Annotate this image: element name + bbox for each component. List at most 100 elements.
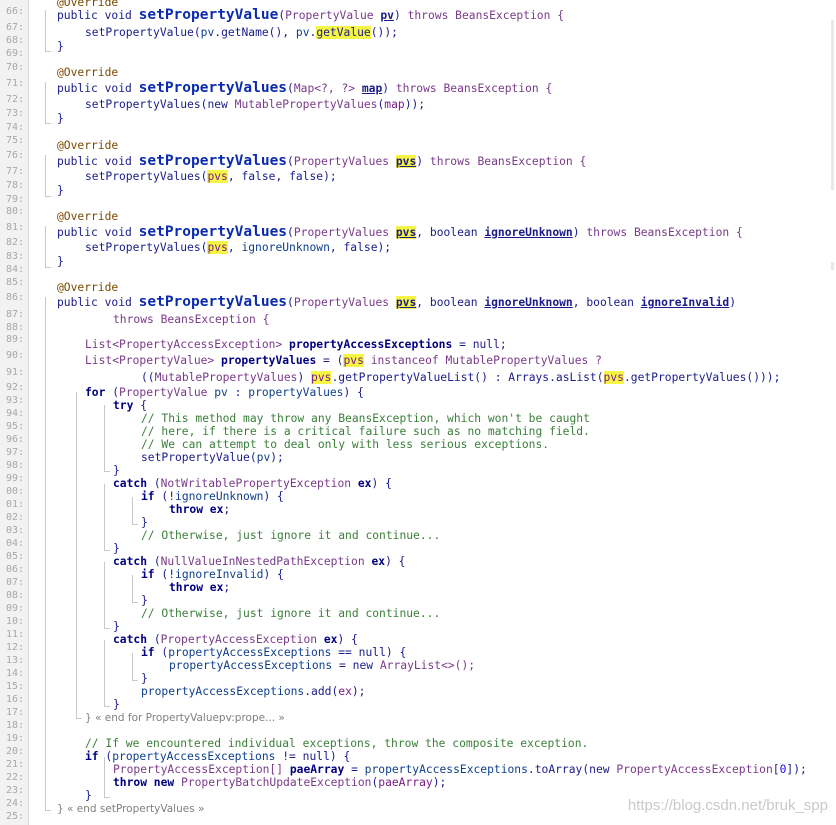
code-line[interactable]: @Override	[57, 281, 118, 294]
code-line[interactable]: }	[57, 184, 64, 197]
code-token: );	[377, 241, 392, 254]
code-line[interactable]: }	[57, 40, 64, 53]
fold-end-marker[interactable]: } « end for PropertyValuepv:prope... »	[85, 711, 285, 724]
code-line[interactable]: throws BeansException {	[113, 313, 269, 326]
code-line[interactable]: }	[141, 672, 148, 685]
code-line[interactable]: // here, if there is a critical failure …	[141, 425, 590, 438]
code-token: propertyValues	[221, 354, 317, 367]
code-token: throws	[113, 313, 161, 326]
code-line[interactable]: if (!ignoreInvalid) {	[141, 568, 284, 581]
code-token: setPropertyValues	[138, 80, 288, 96]
code-token: ());	[370, 26, 398, 39]
code-token: .	[527, 763, 535, 776]
code-token: PropertyValues	[293, 296, 396, 309]
code-token: }	[85, 789, 92, 802]
code-line[interactable]: // This method may throw any BeansExcept…	[141, 412, 590, 425]
code-token: catch	[113, 477, 154, 490]
code-line[interactable]: public void setPropertyValues(PropertyVa…	[57, 225, 743, 240]
code-line[interactable]: public void setPropertyValues(Map<?, ?> …	[57, 80, 552, 96]
code-line[interactable]: }	[141, 516, 148, 529]
code-token: // This method may throw any BeansExcept…	[141, 412, 590, 425]
code-line[interactable]: public void setPropertyValue(PropertyVal…	[57, 8, 564, 23]
code-token: null	[358, 646, 386, 659]
code-line[interactable]: throw ex;	[169, 503, 230, 516]
code-line[interactable]: @Override	[57, 139, 118, 152]
code-line[interactable]: }	[85, 789, 92, 802]
code-line[interactable]: // Otherwise, just ignore it and continu…	[141, 607, 440, 620]
fold-guide	[132, 653, 133, 681]
code-token: ]);	[786, 763, 807, 776]
code-line[interactable]: catch (NotWritablePropertyException ex) …	[113, 477, 392, 490]
code-token: paeArray	[378, 776, 433, 789]
code-line[interactable]: if (propertyAccessExceptions != null) {	[85, 750, 350, 763]
code-token: (	[193, 26, 201, 39]
code-line[interactable]: List<PropertyAccessException> propertyAc…	[85, 338, 507, 351]
code-token: )	[297, 371, 312, 384]
code-token: pv	[256, 451, 271, 464]
fold-guide	[45, 10, 46, 52]
scrollbar-marker[interactable]	[831, 262, 834, 270]
code-line[interactable]: @Override	[57, 66, 118, 79]
code-line[interactable]: catch (NullValueInNestedPathException ex…	[113, 555, 405, 568]
code-token: public void	[57, 296, 139, 309]
code-line[interactable]: public void setPropertyValues(PropertyVa…	[57, 154, 586, 169]
code-line[interactable]: }	[113, 542, 120, 555]
code-token: ex	[338, 685, 352, 698]
code-line[interactable]: if (!ignoreUnknown) {	[141, 490, 284, 503]
code-line[interactable]: // We can attempt to deal only with less…	[141, 438, 549, 451]
code-line[interactable]: setPropertyValues(pvs, ignoreUnknown, fa…	[85, 241, 391, 254]
code-line[interactable]: if (propertyAccessExceptions == null) {	[141, 646, 406, 659]
code-line[interactable]: setPropertyValues(new MutablePropertyVal…	[85, 98, 425, 111]
code-line[interactable]: throw new PropertyBatchUpdateException(p…	[113, 776, 446, 789]
code-token: ==	[331, 646, 359, 659]
code-token: setPropertyValues	[85, 170, 201, 183]
code-line[interactable]: }	[57, 112, 64, 125]
code-token: ignoreInvalid	[640, 296, 730, 309]
code-token: MutablePropertyValues	[234, 98, 378, 111]
code-editor[interactable]: @Override public void setPropertyValue(Pr…	[0, 0, 836, 825]
code-token: pvs	[343, 354, 364, 367]
scrollbar-marker[interactable]	[831, 20, 834, 190]
code-token: )	[382, 82, 396, 95]
fold-end-marker[interactable]: } « end setPropertyValues »	[57, 802, 204, 815]
code-line[interactable]: }	[113, 620, 120, 633]
code-line[interactable]: setPropertyValue(pv.getName(), pv.getVal…	[85, 26, 398, 39]
fold-guide	[132, 524, 138, 525]
code-line[interactable]: propertyAccessExceptions = new ArrayList…	[169, 659, 475, 672]
code-token: pv	[200, 26, 215, 39]
code-token: );	[323, 170, 337, 183]
code-line[interactable]: }	[113, 698, 120, 711]
code-line[interactable]: }	[141, 594, 148, 607]
code-line[interactable]: public void setPropertyValues(PropertyVa…	[57, 295, 736, 310]
fold-guide	[45, 297, 46, 811]
code-token: (	[249, 451, 257, 464]
code-line[interactable]: PropertyAccessException[] paeArray = pro…	[113, 763, 807, 776]
code-line[interactable]: @Override	[57, 0, 118, 9]
code-token: (!	[161, 490, 176, 503]
code-token: )	[416, 155, 430, 168]
code-token: // If we encountered individual exceptio…	[85, 737, 589, 750]
code-line[interactable]: }	[57, 255, 64, 268]
code-line[interactable]: propertyAccessExceptions.add(ex);	[141, 685, 365, 698]
code-token: MutablePropertyValues	[154, 371, 298, 384]
code-token: }	[57, 255, 64, 268]
code-line[interactable]: @Override	[57, 210, 118, 223]
code-line[interactable]: // Otherwise, just ignore it and continu…	[141, 529, 440, 542]
code-token: if	[141, 490, 162, 503]
code-line[interactable]: catch (PropertyAccessException ex) {	[113, 633, 358, 646]
code-line[interactable]: }	[113, 464, 120, 477]
code-token: ignoreUnknown	[175, 490, 264, 503]
code-token: boolean	[586, 296, 641, 309]
code-token: asList	[555, 371, 597, 384]
code-line[interactable]: setPropertyValue(pv);	[141, 451, 284, 464]
code-line[interactable]: setPropertyValues(pvs, false, false);	[85, 170, 337, 183]
code-token: @Override	[57, 210, 119, 223]
code-line[interactable]: for (PropertyValue pv : propertyValues) …	[85, 386, 364, 399]
code-line[interactable]: ((MutablePropertyValues) pvs.getProperty…	[141, 371, 780, 384]
code-line[interactable]: List<PropertyValue> propertyValues = (pv…	[85, 354, 602, 367]
code-line[interactable]: // If we encountered individual exceptio…	[85, 737, 588, 750]
code-line[interactable]: throw ex;	[169, 581, 230, 594]
code-line[interactable]: try {	[113, 399, 147, 412]
code-token: }	[113, 542, 120, 555]
